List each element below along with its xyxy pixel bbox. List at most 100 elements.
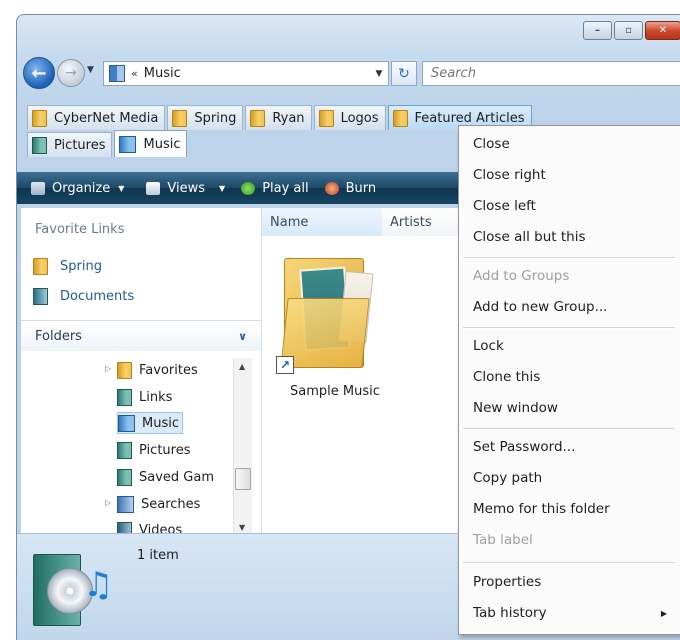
menu-item-tab-history[interactable]: Tab history xyxy=(473,605,547,621)
menu-separator xyxy=(463,327,675,329)
burn-button[interactable]: Burn xyxy=(324,181,376,196)
tab-logos[interactable]: Logos xyxy=(313,105,386,130)
tree-item-saved-games[interactable]: Saved Gam xyxy=(117,467,214,487)
sample-music-folder-icon[interactable] xyxy=(280,254,374,368)
folder-icon xyxy=(33,258,48,275)
tree-item-label: Music xyxy=(142,415,179,431)
tab-pictures[interactable]: Pictures xyxy=(27,132,113,157)
menu-item-lock[interactable]: Lock xyxy=(473,338,504,354)
searches-folder-icon xyxy=(117,495,134,513)
navigation-bar: ← → ▼ « Music ▼ ↻ xyxy=(17,55,680,91)
tree-item-label: Pictures xyxy=(139,442,191,458)
forward-button[interactable]: → xyxy=(57,59,85,87)
close-window-button[interactable]: ✕ xyxy=(645,21,680,40)
menu-separator xyxy=(463,257,675,259)
search-box[interactable] xyxy=(422,61,680,86)
menu-item-memo[interactable]: Memo for this folder xyxy=(473,501,610,517)
submenu-arrow-icon: ▶ xyxy=(660,609,667,618)
shortcut-arrow-icon: ↗ xyxy=(276,356,294,374)
tab-context-menu: Close Close right Close left Close all b… xyxy=(458,125,680,635)
folder-icon xyxy=(250,109,266,127)
pictures-folder-icon xyxy=(117,441,132,459)
back-button[interactable]: ← xyxy=(23,57,55,89)
tab-label: Pictures xyxy=(54,137,106,153)
refresh-icon[interactable]: ↻ xyxy=(391,61,417,86)
music-folder-icon xyxy=(118,414,135,432)
tree-item-searches[interactable]: Searches xyxy=(117,494,200,514)
address-dropdown-icon[interactable]: ▼ xyxy=(370,69,388,79)
chevron-down-icon[interactable]: ∨ xyxy=(238,330,247,343)
play-icon xyxy=(241,181,256,195)
menu-item-tab-label: Tab label xyxy=(473,532,533,548)
tree-scrollbar[interactable]: ▲ ▼ xyxy=(233,358,252,536)
burn-icon xyxy=(324,181,339,195)
scrollbar-thumb[interactable] xyxy=(235,468,251,490)
menu-item-close[interactable]: Close xyxy=(473,136,510,152)
title-bar: – ▫ ✕ xyxy=(17,15,680,49)
menu-separator xyxy=(463,428,675,430)
tab-ryan[interactable]: Ryan xyxy=(245,105,312,130)
maximize-button[interactable]: ▫ xyxy=(614,21,643,40)
chevron-down-icon: ▼ xyxy=(118,183,125,193)
tree-item-music[interactable]: Music xyxy=(117,412,183,434)
favorite-link-spring[interactable]: Spring xyxy=(33,258,102,275)
folders-label: Folders xyxy=(35,328,82,344)
menu-item-add-to-new-group[interactable]: Add to new Group... xyxy=(473,299,607,315)
address-bar[interactable]: « Music ▼ xyxy=(103,61,389,86)
views-icon xyxy=(146,181,161,195)
favorite-link-documents[interactable]: Documents xyxy=(33,288,134,305)
address-text[interactable]: Music xyxy=(144,66,370,81)
tree-item-label: Searches xyxy=(141,496,201,512)
tree-item-links[interactable]: Links xyxy=(117,387,172,407)
menu-item-close-all-but-this[interactable]: Close all but this xyxy=(473,229,585,245)
organize-button[interactable]: Organize ▼ xyxy=(31,181,124,196)
expand-arrow-icon[interactable]: ▷ xyxy=(105,498,111,507)
folder-icon xyxy=(32,109,47,127)
expand-arrow-icon[interactable]: ▷ xyxy=(105,364,111,373)
menu-item-set-password[interactable]: Set Password... xyxy=(473,439,575,455)
menu-item-close-right[interactable]: Close right xyxy=(473,167,546,183)
play-all-button[interactable]: Play all xyxy=(241,180,309,196)
organize-icon xyxy=(31,181,45,195)
scroll-up-icon[interactable]: ▲ xyxy=(239,362,245,371)
tab-label: Music xyxy=(143,136,181,152)
tree-item-pictures[interactable]: Pictures xyxy=(117,440,190,460)
address-overflow-chevron[interactable]: « xyxy=(131,67,138,80)
tab-cybernet-media[interactable]: CyberNet Media xyxy=(27,105,166,130)
caption-buttons: – ▫ ✕ xyxy=(581,21,680,40)
views-button[interactable]: Views ▼ xyxy=(146,181,225,196)
pictures-folder-icon xyxy=(32,136,47,154)
tab-label: Spring xyxy=(194,110,237,126)
menu-separator xyxy=(463,562,675,564)
file-item-label[interactable]: Sample Music xyxy=(290,384,380,399)
music-note-icon: ♫ xyxy=(83,565,114,605)
folders-header[interactable]: Folders ∨ xyxy=(21,320,261,351)
recent-pages-chevron-down-icon[interactable]: ▼ xyxy=(87,65,94,75)
folder-icon xyxy=(318,109,334,127)
tree-item-label: Links xyxy=(139,389,173,405)
search-input[interactable] xyxy=(429,65,673,82)
music-library-icon: ♫ xyxy=(33,546,113,626)
tab-spring[interactable]: Spring xyxy=(167,105,244,130)
organize-label: Organize xyxy=(52,180,111,196)
menu-item-new-window[interactable]: New window xyxy=(473,400,558,416)
tab-music[interactable]: Music xyxy=(114,130,188,157)
menu-item-copy-path[interactable]: Copy path xyxy=(473,470,542,486)
views-label: Views xyxy=(167,180,206,196)
tree-item-label: Favorites xyxy=(139,362,198,378)
navigation-pane: Favorite Links Spring Documents Folders … xyxy=(21,208,261,539)
favorite-link-label: Documents xyxy=(60,289,135,304)
tab-label: Featured Articles xyxy=(414,110,525,126)
links-folder-icon xyxy=(117,388,132,406)
saved-games-folder-icon xyxy=(117,468,132,486)
menu-item-clone-this[interactable]: Clone this xyxy=(473,369,540,385)
menu-item-add-to-groups: Add to Groups xyxy=(473,268,570,284)
menu-item-properties[interactable]: Properties xyxy=(473,574,541,590)
play-all-label: Play all xyxy=(262,180,309,196)
minimize-button[interactable]: – xyxy=(583,21,612,40)
item-count: 1 item xyxy=(137,548,179,563)
scroll-down-icon[interactable]: ▼ xyxy=(239,523,245,532)
tree-item-favorites[interactable]: Favorites xyxy=(117,360,198,380)
menu-item-close-left[interactable]: Close left xyxy=(473,198,536,214)
column-header-name[interactable]: Name xyxy=(262,208,383,236)
